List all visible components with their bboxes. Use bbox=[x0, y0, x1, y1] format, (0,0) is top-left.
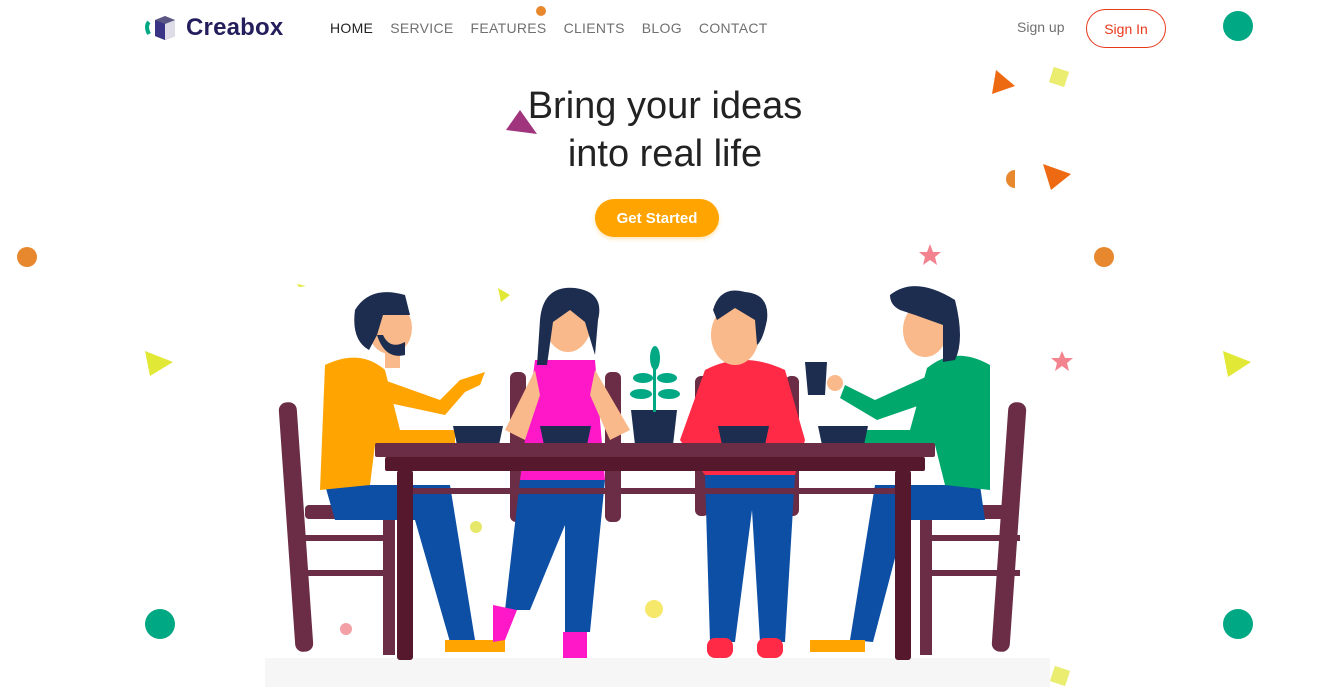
orange-half-dot-shape bbox=[1006, 170, 1015, 188]
teal-dot-shape bbox=[1223, 609, 1253, 639]
teal-dot-shape bbox=[145, 609, 175, 639]
pink-star-shape bbox=[919, 244, 941, 265]
orange-triangle-shape bbox=[992, 70, 1015, 94]
orange-dot-shape bbox=[1094, 247, 1114, 267]
purple-triangle-shape bbox=[506, 110, 537, 134]
orange-triangle-shape bbox=[1043, 164, 1071, 190]
team-meeting-illustration bbox=[265, 286, 1050, 687]
floor-strip bbox=[265, 658, 1050, 687]
orange-dot-shape bbox=[536, 6, 546, 16]
yellow-triangle-shape bbox=[1223, 351, 1251, 377]
yellow-triangle-shape bbox=[145, 351, 173, 376]
yellow-square-shape bbox=[1048, 66, 1070, 88]
plant-pot bbox=[630, 346, 680, 445]
teal-dot-shape bbox=[1223, 11, 1253, 41]
orange-dot-shape bbox=[17, 247, 37, 267]
